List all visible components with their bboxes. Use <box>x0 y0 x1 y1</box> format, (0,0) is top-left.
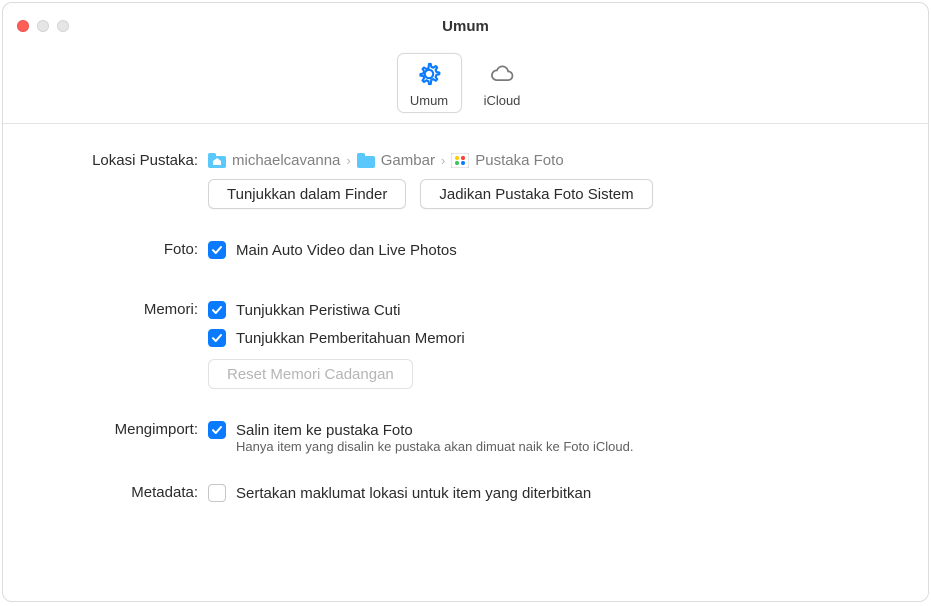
label-photos: Foto: <box>43 241 208 258</box>
label-library-location: Lokasi Pustaka: <box>43 152 208 169</box>
show-in-finder-button[interactable]: Tunjukkan dalam Finder <box>208 179 406 209</box>
breadcrumb-user: michaelcavanna <box>232 152 340 169</box>
checkbox-memory-notifications[interactable] <box>208 329 226 347</box>
reset-suggested-memories-button: Reset Memori Cadangan <box>208 359 413 389</box>
chevron-right-icon: › <box>441 153 445 168</box>
tab-general[interactable]: Umum <box>397 53 462 113</box>
label-memory-notifications: Tunjukkan Pemberitahuan Memori <box>236 330 465 347</box>
label-memories: Memori: <box>43 301 208 318</box>
label-autoplay: Main Auto Video dan Live Photos <box>236 242 457 259</box>
tab-icloud-label: iCloud <box>484 93 521 108</box>
folder-icon <box>357 153 375 168</box>
gear-icon <box>415 60 443 91</box>
library-path-breadcrumb: michaelcavanna › Gambar › Pustaka Foto <box>208 152 888 169</box>
zoom-window-button[interactable] <box>57 20 69 32</box>
breadcrumb-folder: Gambar <box>381 152 435 169</box>
checkbox-autoplay[interactable] <box>208 241 226 259</box>
tab-general-label: Umum <box>410 93 448 108</box>
titlebar: Umum <box>3 3 928 49</box>
chevron-right-icon: › <box>346 153 350 168</box>
photo-library-icon <box>451 153 469 168</box>
close-window-button[interactable] <box>17 20 29 32</box>
preferences-window: Umum Umum iCloud Lokasi Pustaka: <box>2 2 929 602</box>
use-as-system-library-button[interactable]: Jadikan Pustaka Foto Sistem <box>420 179 652 209</box>
label-copy-items: Salin item ke pustaka Foto <box>236 422 413 439</box>
minimize-window-button[interactable] <box>37 20 49 32</box>
label-holiday-events: Tunjukkan Peristiwa Cuti <box>236 302 401 319</box>
checkbox-copy-items[interactable] <box>208 421 226 439</box>
breadcrumb-library: Pustaka Foto <box>475 152 563 169</box>
home-folder-icon <box>208 153 226 168</box>
window-title: Umum <box>3 18 928 35</box>
tab-icloud[interactable]: iCloud <box>470 53 535 113</box>
cloud-icon <box>488 60 516 91</box>
label-metadata: Metadata: <box>43 484 208 501</box>
checkbox-holiday-events[interactable] <box>208 301 226 319</box>
label-include-location: Sertakan maklumat lokasi untuk item yang… <box>236 485 591 502</box>
traffic-lights <box>17 20 69 32</box>
preferences-toolbar: Umum iCloud <box>3 49 928 124</box>
label-importing: Mengimport: <box>43 421 208 438</box>
checkbox-include-location[interactable] <box>208 484 226 502</box>
copy-items-help-text: Hanya item yang disalin ke pustaka akan … <box>208 439 888 454</box>
preferences-content: Lokasi Pustaka: michaelcavanna › Gambar … <box>3 124 928 601</box>
